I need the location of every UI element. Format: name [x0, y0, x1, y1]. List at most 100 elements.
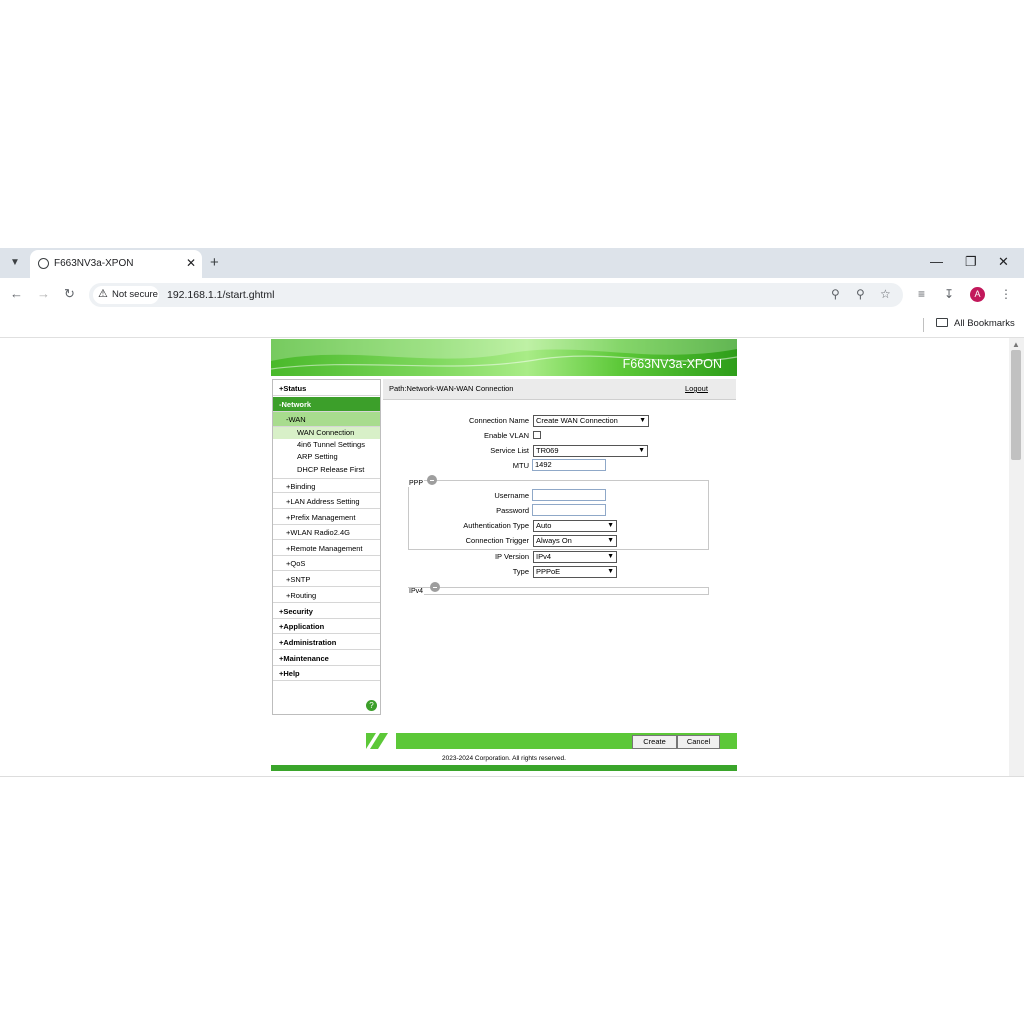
back-arrow-icon[interactable]: ←: [10, 286, 23, 301]
connection-name-value: Create WAN Connection: [536, 416, 618, 425]
logout-link[interactable]: Logout: [685, 384, 708, 393]
menu-lan-address[interactable]: +LAN Address Setting: [273, 494, 380, 509]
chevron-down-icon: ▼: [639, 417, 646, 424]
mtu-input[interactable]: 1492: [532, 459, 606, 471]
star-icon[interactable]: ☆: [880, 287, 891, 301]
globe-icon: [38, 258, 49, 269]
menu-routing[interactable]: +Routing: [273, 588, 380, 603]
site-info-chip[interactable]: ⚠ Not secure: [93, 286, 159, 304]
conn-trigger-select[interactable]: Always On ▼: [533, 535, 617, 547]
forward-arrow-icon[interactable]: →: [37, 286, 50, 301]
enable-vlan-checkbox[interactable]: [533, 431, 541, 439]
folder-icon[interactable]: [936, 318, 948, 327]
close-window-icon[interactable]: ✕: [998, 254, 1009, 270]
menu-remote-management[interactable]: +Remote Management: [273, 541, 380, 556]
ppp-legend: PPP: [408, 480, 425, 487]
ipv4-fieldset: IPv4: [408, 582, 709, 595]
page-scrollbar[interactable]: ▲: [1009, 338, 1024, 776]
menu-sntp[interactable]: +SNTP: [273, 572, 380, 587]
bookmarks-bar: All Bookmarks: [0, 310, 1024, 338]
minimize-icon[interactable]: —: [930, 254, 943, 269]
menu-administration[interactable]: +Administration: [273, 635, 380, 650]
warning-triangle-icon: ⚠: [98, 288, 108, 300]
service-list-label: Service List: [490, 446, 529, 455]
browser-tab[interactable]: F663NV3a-XPON ✕: [30, 250, 202, 278]
ppp-collapse-icon[interactable]: [427, 475, 437, 485]
restore-icon[interactable]: ❐: [965, 254, 977, 270]
menu-prefix-management[interactable]: +Prefix Management: [273, 510, 380, 525]
auth-type-label: Authentication Type: [463, 521, 529, 530]
breadcrumb: Path:Network-WAN-WAN Connection: [389, 384, 514, 393]
footer-stripe-graphic: [366, 733, 396, 749]
menu-help[interactable]: +Help: [273, 666, 380, 681]
enable-vlan-label: Enable VLAN: [483, 431, 529, 440]
cancel-button[interactable]: Cancel: [677, 735, 720, 749]
ip-version-label: IP Version: [494, 552, 529, 561]
menu-binding[interactable]: +Binding: [273, 478, 380, 493]
service-list-select[interactable]: TR069 ▼: [533, 445, 648, 457]
menu-wan-connection[interactable]: WAN Connection: [273, 427, 380, 439]
username-label: Username: [494, 491, 529, 500]
username-input[interactable]: [532, 489, 606, 501]
url-text[interactable]: 192.168.1.1/start.ghtml: [167, 289, 274, 301]
conn-trigger-value: Always On: [536, 536, 572, 545]
chevron-down-icon: ▼: [607, 553, 614, 560]
type-select[interactable]: PPPoE ▼: [533, 566, 617, 578]
password-input[interactable]: [532, 504, 606, 516]
menu-maintenance[interactable]: +Maintenance: [273, 651, 380, 666]
bottom-bar: [271, 765, 737, 771]
ip-version-select[interactable]: IPv4 ▼: [533, 551, 617, 563]
ipv4-legend: IPv4: [408, 588, 425, 595]
reload-icon[interactable]: ↻: [64, 286, 75, 302]
not-secure-label: Not secure: [112, 289, 158, 300]
device-model-title: F663NV3a-XPON: [622, 357, 722, 371]
close-tab-icon[interactable]: ✕: [186, 256, 196, 270]
menu-4in6-tunnel[interactable]: 4in6 Tunnel Settings: [273, 439, 380, 451]
menu-dhcp-release[interactable]: DHCP Release First: [273, 464, 380, 476]
connection-name-select[interactable]: Create WAN Connection ▼: [533, 415, 649, 427]
menu-qos[interactable]: +QoS: [273, 556, 380, 571]
main-content: Path:Network-WAN-WAN Connection Logout C…: [383, 379, 737, 731]
more-menu-icon[interactable]: ⋮: [1000, 287, 1012, 301]
ip-version-value: IPv4: [536, 552, 552, 561]
menu-arp-setting[interactable]: ARP Setting: [273, 451, 380, 463]
type-label: Type: [512, 567, 529, 576]
tab-title: F663NV3a-XPON: [54, 258, 134, 269]
type-value: PPPoE: [536, 567, 561, 576]
zoom-icon[interactable]: ⚲: [856, 287, 865, 301]
ipv4-collapse-icon[interactable]: [430, 582, 440, 592]
auth-type-select[interactable]: Auto ▼: [533, 520, 617, 532]
reading-list-icon[interactable]: ≡: [918, 287, 925, 301]
header-banner: F663NV3a-XPON: [271, 339, 737, 376]
chevron-down-icon: ▼: [607, 537, 614, 544]
tab-search-chevron-icon[interactable]: ▼: [8, 256, 22, 270]
key-icon[interactable]: ⚲: [831, 287, 840, 301]
help-question-icon[interactable]: ?: [366, 700, 377, 711]
new-tab-plus-icon[interactable]: +: [210, 254, 219, 271]
menu-wlan-radio[interactable]: +WLAN Radio2.4G: [273, 525, 380, 540]
profile-avatar[interactable]: A: [970, 287, 985, 302]
viewport-bottom-divider: [0, 776, 1024, 777]
copyright-text: 2023-2024 Corporation. All rights reserv…: [442, 755, 566, 762]
all-bookmarks-link[interactable]: All Bookmarks: [954, 318, 1015, 329]
chevron-down-icon: ▼: [607, 568, 614, 575]
scroll-thumb[interactable]: [1011, 350, 1021, 460]
download-icon[interactable]: ↧: [944, 287, 954, 301]
scroll-up-icon[interactable]: ▲: [1012, 340, 1020, 349]
menu-application[interactable]: +Application: [273, 619, 380, 634]
menu-status[interactable]: +Status: [273, 381, 380, 396]
menu-wan[interactable]: -WAN: [273, 412, 380, 427]
menu-network[interactable]: -Network: [273, 397, 380, 412]
connection-name-label: Connection Name: [468, 416, 529, 425]
conn-trigger-label: Connection Trigger: [465, 536, 529, 545]
address-bar[interactable]: ⚠ Not secure 192.168.1.1/start.ghtml ⚲ ⚲…: [89, 283, 903, 307]
tab-strip: ▼ F663NV3a-XPON ✕ + — ❐ ✕: [0, 248, 1024, 278]
path-bar: Path:Network-WAN-WAN Connection Logout: [383, 379, 736, 400]
menu-security[interactable]: +Security: [273, 604, 380, 619]
auth-type-value: Auto: [536, 521, 552, 530]
sidebar-menu: +Status -Network -WAN WAN Connection 4in…: [272, 379, 381, 715]
mtu-label: MTU: [512, 461, 529, 470]
bookmarks-divider: [923, 318, 924, 332]
create-button[interactable]: Create: [632, 735, 677, 749]
chevron-down-icon: ▼: [638, 447, 645, 454]
